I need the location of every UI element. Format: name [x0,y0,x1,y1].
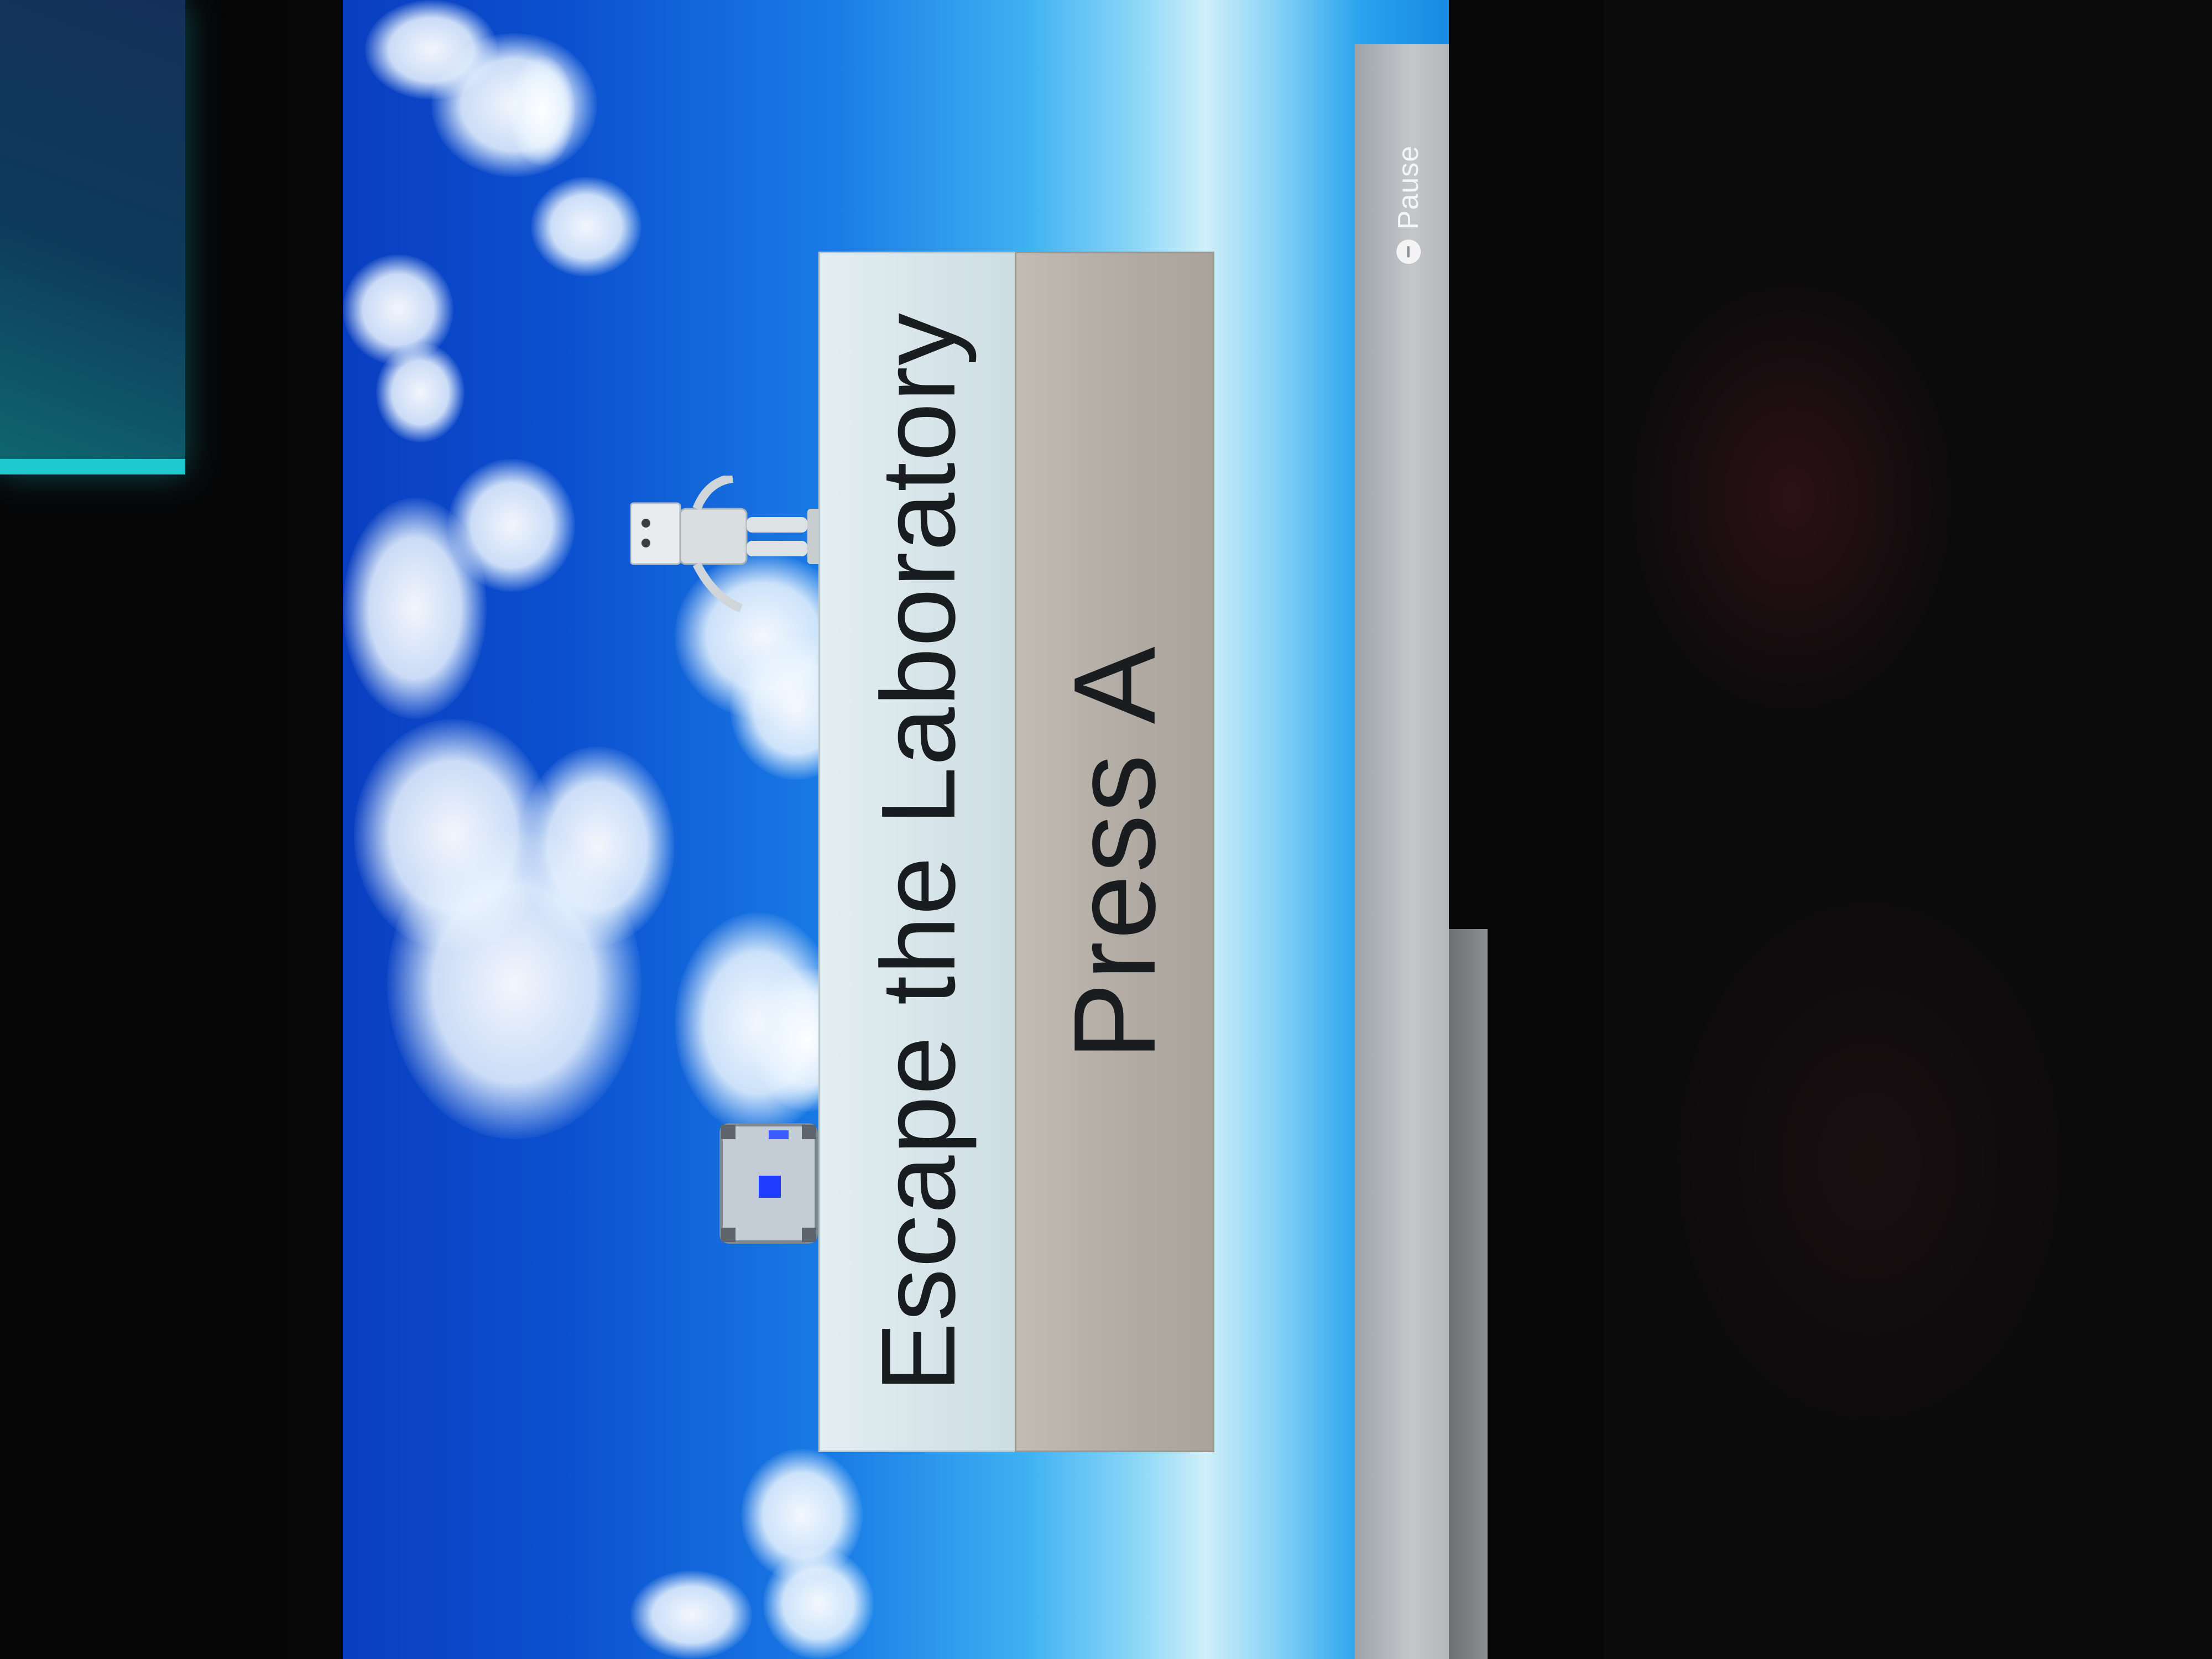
minus-button-icon: − [1396,239,1421,264]
cloud [531,177,641,276]
press-a-label: Press A [1049,644,1180,1060]
side-device-edge [1449,929,1488,1659]
background-monitor-glow [0,0,185,474]
cloud [376,343,465,442]
companion-cube-icon [719,1123,818,1244]
robot-icon [630,476,822,613]
cloud [630,1571,752,1659]
photo-frame: Escape the Laboratory Press A − Pause [0,0,2212,1659]
cloud [343,498,487,719]
game-title: Escape the Laboratory [859,311,977,1392]
pause-label: Pause [1392,145,1425,230]
game-screen: Escape the Laboratory Press A − Pause [343,0,1449,1659]
press-a-prompt[interactable]: Press A [1015,252,1214,1452]
cloud [509,55,575,166]
background-fabric [1582,0,2212,1659]
cloud [520,747,675,946]
title-banner: Escape the Laboratory [818,252,1018,1452]
pause-button[interactable]: − Pause [1384,105,1433,304]
cloud [763,1548,874,1659]
